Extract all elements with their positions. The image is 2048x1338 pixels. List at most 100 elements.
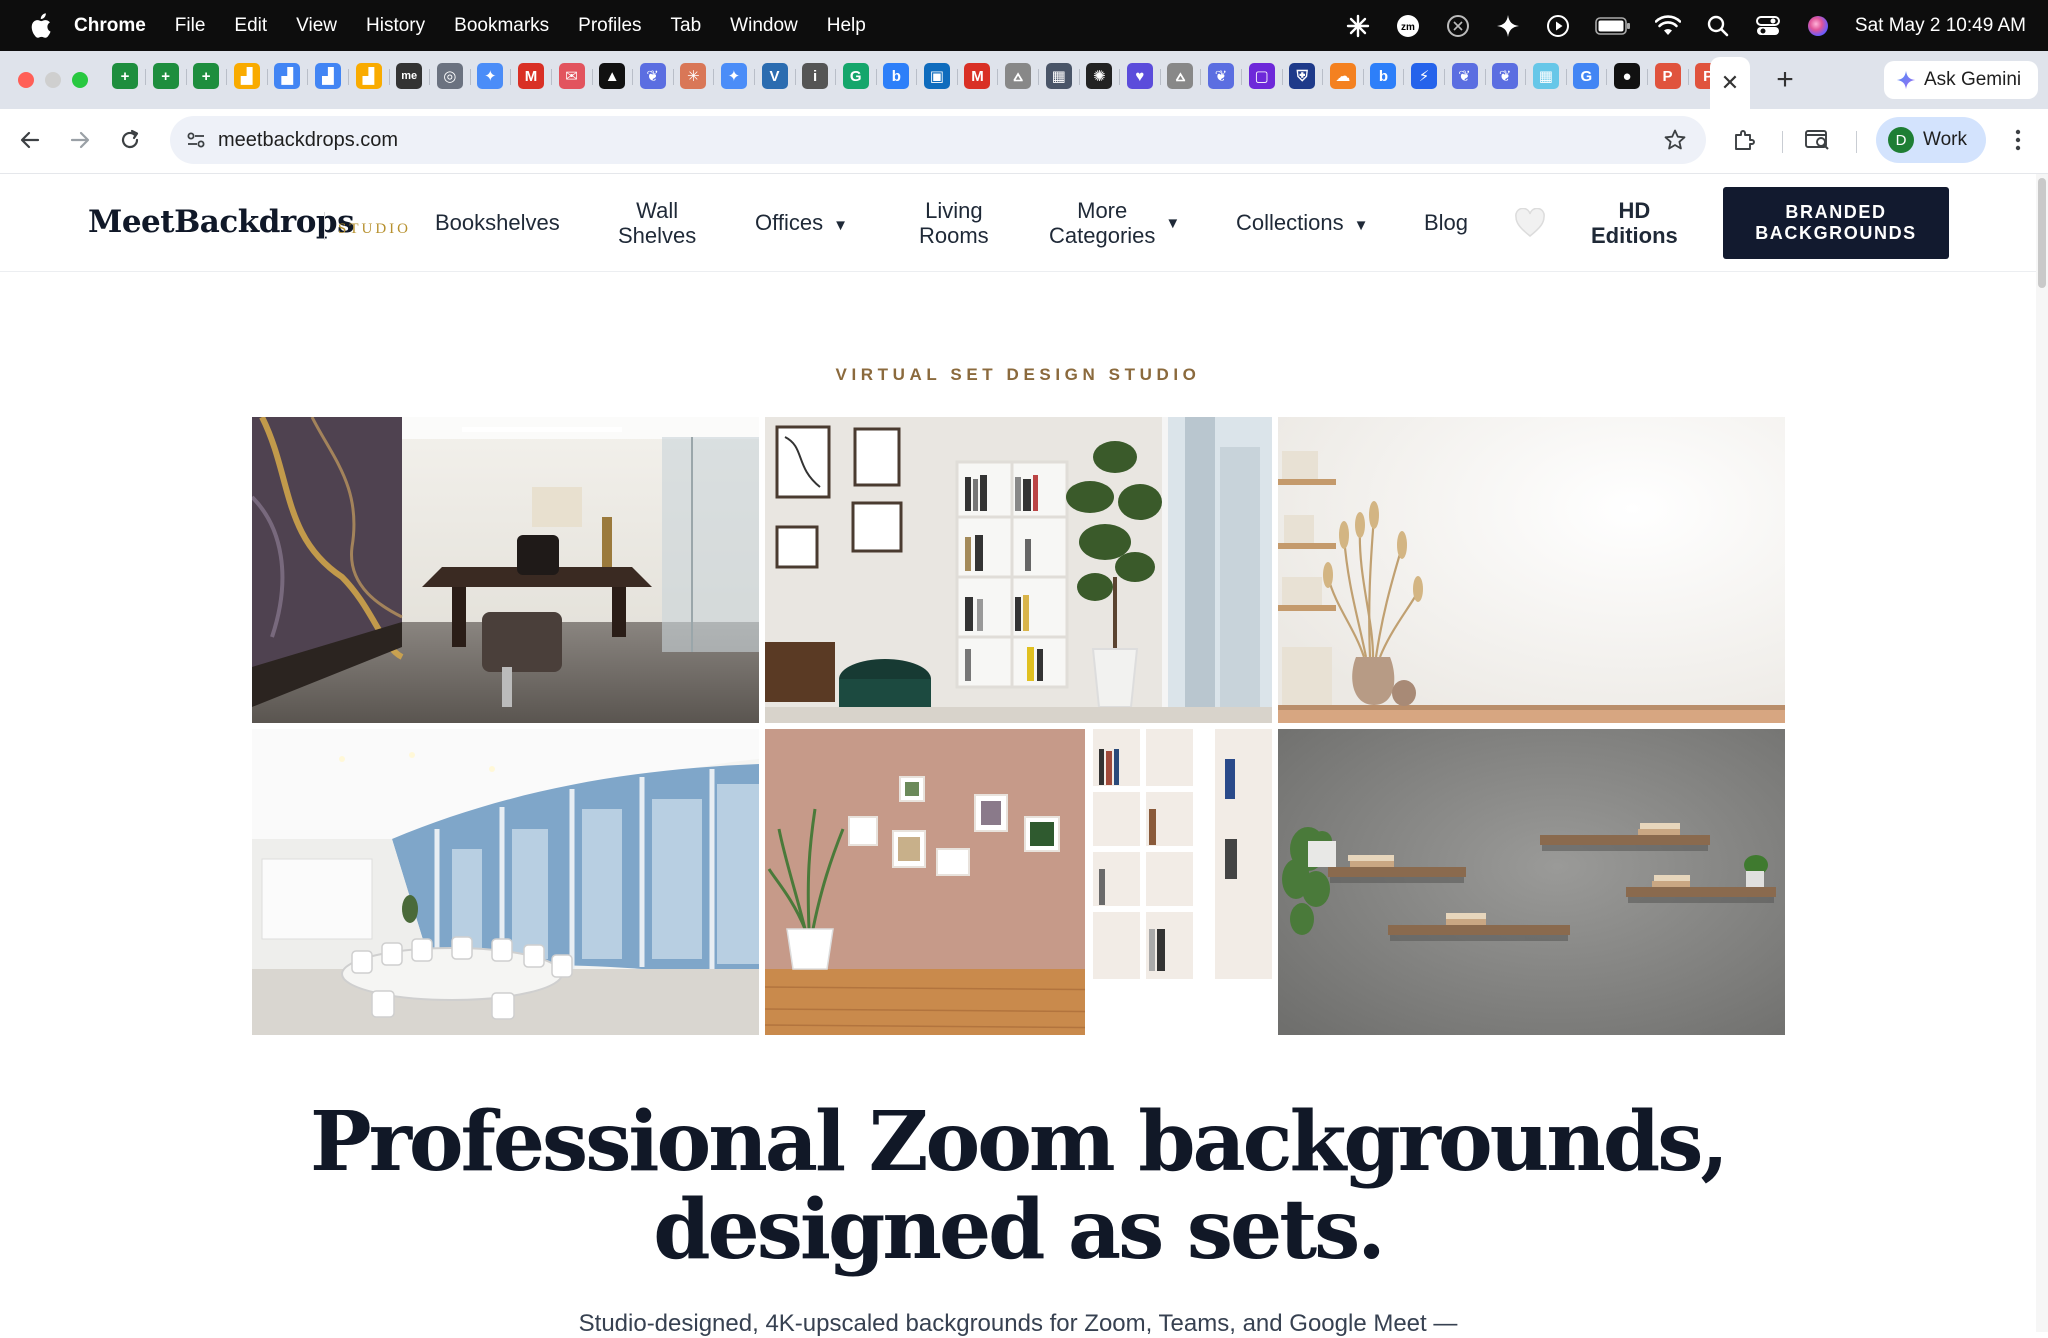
outlook-icon[interactable]: ▣	[923, 63, 958, 89]
sheets-icon[interactable]: +	[112, 63, 146, 89]
claude-icon[interactable]: ✳	[680, 63, 715, 89]
grammarly-icon[interactable]: G	[842, 63, 877, 89]
copilot-icon[interactable]: ❦	[1492, 63, 1527, 89]
gallery-tile-conference-room[interactable]	[252, 729, 759, 1035]
address-bar[interactable]: meetbackdrops.com	[170, 116, 1706, 164]
zoom-status-icon[interactable]: zm	[1395, 13, 1421, 39]
extensions-puzzle-icon[interactable]	[1728, 124, 1760, 156]
nav-more-categories[interactable]: More Categories ▼	[1049, 198, 1180, 248]
copilot-icon[interactable]: ❦	[1208, 63, 1243, 89]
minimize-window-button[interactable]	[45, 72, 61, 88]
active-tab[interactable]: ✕	[1710, 57, 1750, 109]
url-text[interactable]: meetbackdrops.com	[218, 129, 398, 152]
shield-icon[interactable]: ⛨	[1289, 63, 1324, 89]
gemini-status-icon[interactable]	[1495, 13, 1521, 39]
bing-icon[interactable]: b	[883, 63, 918, 89]
site-info-icon[interactable]	[184, 128, 208, 152]
bookmark-star-icon[interactable]	[1662, 127, 1688, 153]
pinterest-icon[interactable]: P	[1654, 63, 1689, 89]
chat-icon[interactable]: ♥	[1126, 63, 1161, 89]
cta-line1: BRANDED	[1785, 202, 1887, 222]
bolt-icon[interactable]: ⚡	[1411, 63, 1445, 89]
chevron-down-icon: ▼	[833, 217, 848, 234]
nav-blog[interactable]: Blog	[1424, 210, 1468, 235]
ask-gemini-button[interactable]: Ask Gemini	[1884, 61, 2038, 99]
openai-icon[interactable]: ✺	[1086, 63, 1121, 89]
forward-button[interactable]	[64, 124, 96, 156]
play-status-icon[interactable]	[1545, 13, 1571, 39]
bing-icon[interactable]: b	[1370, 63, 1405, 89]
zoom-window-button[interactable]	[72, 72, 88, 88]
calculator-icon[interactable]: ▦	[1045, 63, 1080, 89]
sheets-icon[interactable]: +	[152, 63, 187, 89]
nav-hd-editions[interactable]: HD Editions	[1591, 198, 1678, 248]
triangle-icon[interactable]: ▲	[599, 63, 634, 89]
menu-tab[interactable]: Tab	[671, 15, 702, 37]
menu-chrome[interactable]: Chrome	[74, 15, 146, 37]
spotlight-search-icon[interactable]	[1705, 13, 1731, 39]
control-center-icon[interactable]	[1755, 13, 1781, 39]
site-logo[interactable]: MeetBackdrops	[88, 204, 355, 240]
copilot-icon[interactable]: ❦	[639, 63, 674, 89]
info-icon[interactable]: i	[802, 63, 837, 89]
menubar-datetime[interactable]: Sat May 2 10:49 AM	[1855, 15, 2026, 37]
page-scrollbar[interactable]	[2036, 174, 2048, 1332]
scholar-icon[interactable]: ⩟	[1005, 63, 1040, 89]
menu-bookmarks[interactable]: Bookmarks	[454, 15, 549, 37]
menu-help[interactable]: Help	[827, 15, 866, 37]
gemini-icon[interactable]: ✦	[477, 63, 512, 89]
openai-status-icon[interactable]	[1445, 13, 1471, 39]
apple-icon[interactable]	[26, 12, 54, 40]
gallery-tile-executive-office[interactable]	[252, 417, 759, 723]
close-tab-icon[interactable]: ✕	[1721, 70, 1739, 96]
analytics-icon[interactable]: ▟	[274, 63, 309, 89]
heart-icon[interactable]	[1514, 208, 1546, 238]
gemini-icon[interactable]: ✦	[720, 63, 755, 89]
close-window-button[interactable]	[18, 72, 34, 88]
branded-backgrounds-button[interactable]: BRANDED BACKGROUNDS	[1723, 187, 1949, 259]
grid-icon[interactable]: ▦	[1532, 63, 1567, 89]
google-icon[interactable]: G	[1573, 63, 1608, 89]
back-button[interactable]	[14, 124, 46, 156]
analytics-icon[interactable]: ▟	[355, 63, 390, 89]
menu-view[interactable]: View	[296, 15, 337, 37]
square-icon[interactable]: ▢	[1248, 63, 1283, 89]
analytics-icon[interactable]: ▟	[233, 63, 268, 89]
battery-icon[interactable]	[1595, 13, 1631, 39]
menu-history[interactable]: History	[366, 15, 425, 37]
analytics-icon[interactable]: ▟	[314, 63, 349, 89]
new-tab-button[interactable]: +	[1768, 63, 1802, 97]
mail-icon[interactable]: ✉	[558, 63, 593, 89]
cloudflare-icon[interactable]: ☁	[1329, 63, 1364, 89]
scrollbar-thumb[interactable]	[2038, 178, 2046, 288]
nav-offices[interactable]: Offices ▼	[755, 210, 848, 238]
claude-status-icon[interactable]	[1345, 13, 1371, 39]
menu-window[interactable]: Window	[730, 15, 798, 37]
profile-button[interactable]: D Work	[1876, 117, 1986, 163]
gallery-tile-bookshelf-room[interactable]	[765, 417, 1272, 723]
menu-edit[interactable]: Edit	[234, 15, 267, 37]
gallery-tile-concrete-shelves[interactable]	[1278, 729, 1785, 1035]
more-menu-icon[interactable]	[2002, 124, 2034, 156]
reload-button[interactable]	[114, 124, 146, 156]
sheets-icon[interactable]: +	[193, 63, 228, 89]
gmail-icon[interactable]: M	[517, 63, 552, 89]
gmail-icon[interactable]: M	[964, 63, 999, 89]
wifi-icon[interactable]	[1654, 13, 1681, 39]
gallery-tile-blush-living-room[interactable]	[765, 729, 1272, 1035]
nav-bookshelves[interactable]: Bookshelves	[435, 210, 560, 235]
menu-file[interactable]: File	[175, 15, 206, 37]
scholar-icon[interactable]: ⩟	[1167, 63, 1202, 89]
copilot-icon[interactable]: ❦	[1451, 63, 1486, 89]
tab-search-icon[interactable]	[1802, 124, 1834, 156]
gallery-tile-minimal-shelves[interactable]	[1278, 417, 1785, 723]
globe-icon[interactable]: ◎	[436, 63, 471, 89]
v-icon[interactable]: V	[761, 63, 796, 89]
menu-profiles[interactable]: Profiles	[578, 15, 641, 37]
nav-collections[interactable]: Collections ▼	[1236, 210, 1368, 238]
github-icon[interactable]: ●	[1613, 63, 1648, 89]
nav-wall-shelves[interactable]: Wall Shelves	[618, 198, 696, 248]
nav-living-rooms[interactable]: Living Rooms	[919, 198, 989, 248]
meta-icon[interactable]: me	[396, 63, 431, 89]
siri-icon[interactable]	[1805, 13, 1831, 39]
